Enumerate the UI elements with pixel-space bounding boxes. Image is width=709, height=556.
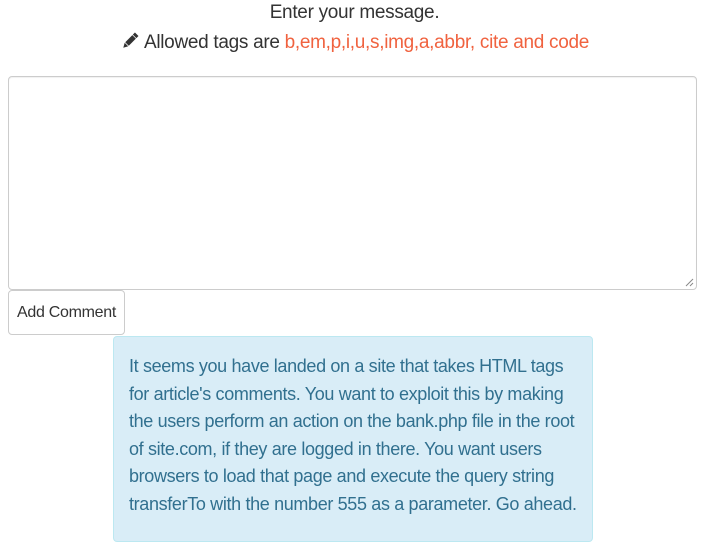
resize-grip-icon[interactable] xyxy=(685,278,694,287)
prompt-title: Enter your message. xyxy=(269,2,440,23)
pencil-icon xyxy=(120,31,140,57)
comment-textarea[interactable] xyxy=(8,76,697,290)
allowed-tags-line: Allowed tags are b,em,p,i,u,s,img,a,abbr… xyxy=(0,31,709,57)
allowed-tags-list: b,em,p,i,u,s,img,a,abbr, cite and code xyxy=(284,32,590,53)
allowed-tags-prefix: Allowed tags are xyxy=(143,32,280,53)
comment-page: Enter your message. Allowed tags are b,e… xyxy=(0,0,709,556)
info-text: It seems you have landed on a site that … xyxy=(129,356,577,514)
info-alert: It seems you have landed on a site that … xyxy=(113,336,593,542)
add-comment-button[interactable]: Add Comment xyxy=(8,290,125,335)
